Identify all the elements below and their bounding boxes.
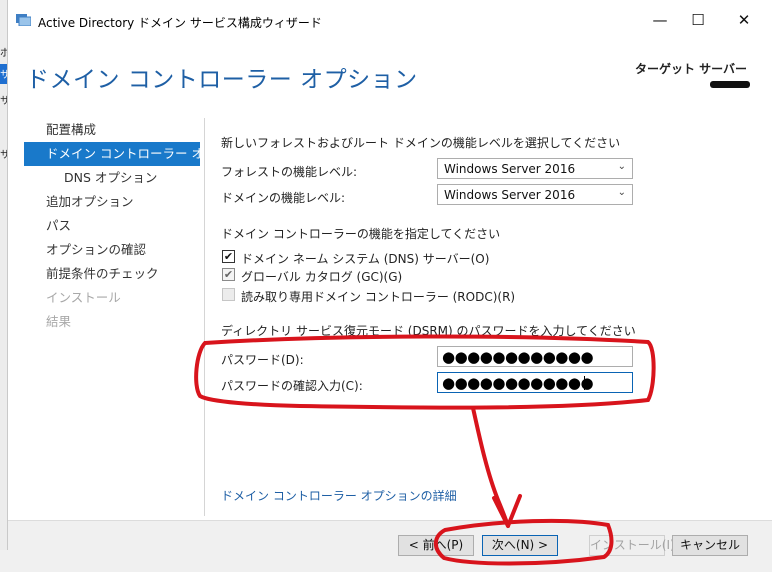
forest-level-select[interactable]: Windows Server 2016 ⌄ bbox=[437, 158, 633, 179]
wizard-window: Active Directory ドメイン サービス構成ウィザード — ☐ ✕ … bbox=[7, 0, 772, 556]
chevron-down-icon: ⌄ bbox=[617, 187, 626, 198]
page-title: ドメイン コントローラー オプション bbox=[26, 67, 418, 93]
dsrm-heading: ディレクトリ サービス復元モード (DSRM) のパスワードを入力してください bbox=[221, 324, 636, 338]
maximize-button[interactable]: ☐ bbox=[684, 8, 712, 32]
rodc-label: 読み取り専用ドメイン コントローラー (RODC)(R) bbox=[241, 290, 516, 304]
target-server-redacted bbox=[710, 81, 750, 88]
nav-divider bbox=[204, 118, 205, 516]
minimize-button[interactable]: — bbox=[646, 8, 674, 32]
password-masked-value: ●●●●●●●●●●●● bbox=[442, 348, 594, 366]
nav-item-deployment[interactable]: 配置構成 bbox=[24, 118, 200, 142]
close-button[interactable]: ✕ bbox=[730, 8, 758, 32]
text-caret bbox=[584, 376, 585, 390]
nav-item-dns-options[interactable]: DNS オプション bbox=[24, 166, 200, 190]
nav-item-review[interactable]: オプションの確認 bbox=[24, 238, 200, 262]
cancel-button[interactable]: キャンセル bbox=[672, 535, 748, 556]
nav-item-prereq[interactable]: 前提条件のチェック bbox=[24, 262, 200, 286]
nav-item-dc-options[interactable]: ドメイン コントローラー オプシ... bbox=[24, 142, 200, 166]
password-label: パスワード(D): bbox=[221, 353, 304, 367]
functional-level-heading: 新しいフォレストおよびルート ドメインの機能レベルを選択してください bbox=[221, 136, 621, 150]
background-window-strip bbox=[0, 0, 7, 572]
nav-item-paths[interactable]: パス bbox=[24, 214, 200, 238]
install-button: インストール(I) bbox=[589, 535, 675, 556]
dns-label: ドメイン ネーム システム (DNS) サーバー(O) bbox=[241, 252, 490, 266]
nav-item-results: 結果 bbox=[46, 314, 72, 329]
password-input[interactable]: ●●●●●●●●●●●● bbox=[437, 346, 633, 367]
confirm-password-input[interactable]: ●●●●●●●●●●●● bbox=[437, 372, 633, 393]
confirm-password-label: パスワードの確認入力(C): bbox=[221, 379, 363, 393]
next-button[interactable]: 次へ(N) > bbox=[482, 535, 558, 556]
previous-button[interactable]: < 前へ(P) bbox=[398, 535, 474, 556]
forest-level-value: Windows Server 2016 bbox=[444, 162, 576, 176]
rodc-checkbox[interactable] bbox=[222, 288, 235, 301]
gc-label: グローバル カタログ (GC)(G) bbox=[241, 270, 403, 284]
chevron-down-icon: ⌄ bbox=[617, 161, 626, 172]
wizard-footer: < 前へ(P) 次へ(N) > インストール(I) キャンセル bbox=[8, 520, 772, 556]
domain-level-select[interactable]: Windows Server 2016 ⌄ bbox=[437, 184, 633, 205]
title-bar: Active Directory ドメイン サービス構成ウィザード — ☐ ✕ bbox=[8, 0, 772, 40]
server-manager-icon bbox=[16, 14, 31, 26]
gc-checkbox[interactable]: ✔ bbox=[222, 268, 235, 281]
nav-item-install: インストール bbox=[46, 290, 121, 305]
dns-checkbox[interactable]: ✔ bbox=[222, 250, 235, 263]
domain-level-value: Windows Server 2016 bbox=[444, 188, 576, 202]
more-info-link[interactable]: ドメイン コントローラー オプションの詳細 bbox=[221, 487, 457, 504]
domain-level-label: ドメインの機能レベル: bbox=[221, 191, 346, 205]
forest-level-label: フォレストの機能レベル: bbox=[221, 165, 358, 179]
window-title: Active Directory ドメイン サービス構成ウィザード bbox=[38, 16, 322, 30]
target-server-label: ターゲット サーバー bbox=[634, 62, 747, 76]
confirm-password-masked-value: ●●●●●●●●●●●● bbox=[442, 374, 594, 392]
nav-item-additional-options[interactable]: 追加オプション bbox=[24, 190, 200, 214]
capabilities-heading: ドメイン コントローラーの機能を指定してください bbox=[221, 227, 501, 241]
wizard-nav: 配置構成 ドメイン コントローラー オプシ... DNS オプション 追加オプシ… bbox=[24, 118, 200, 334]
